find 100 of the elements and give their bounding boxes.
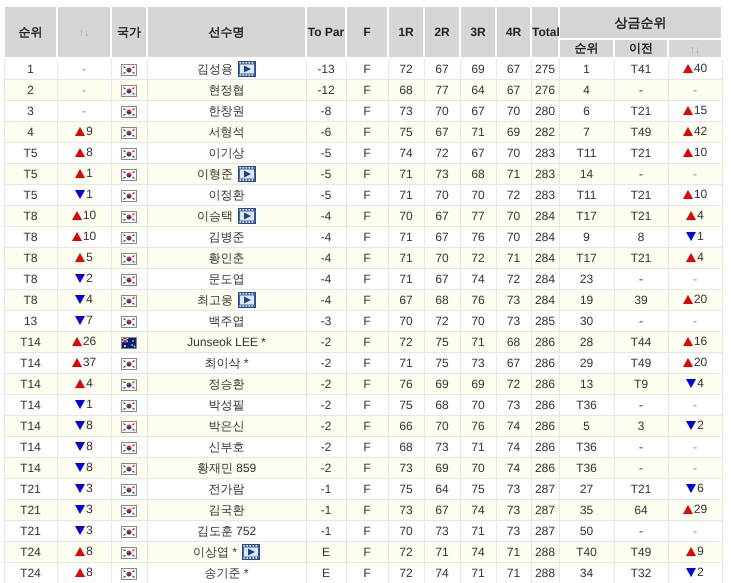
column-header: 선수명 [208,24,244,38]
table-cell: 67 [424,500,460,520]
video-icon[interactable] [238,292,256,308]
table-cell: 28 [559,332,614,352]
table-cell: 4 [559,80,614,100]
table-cell: T14 [4,416,57,436]
table-cell: -4 [306,248,346,268]
table-cell: T8 [4,290,57,310]
rank-change: 4 [86,376,93,390]
player-name[interactable]: 김국환 [208,502,244,518]
table-cell: 72 [496,374,531,394]
table-cell: -4 [306,206,346,226]
player-name[interactable]: 이승택 [197,208,233,224]
player-name[interactable]: 이정환 [208,186,244,204]
rank-change: 1 [86,397,93,412]
table-cell: 67 [496,80,531,100]
table-cell: -2 [306,332,346,352]
player-name[interactable]: 전가람 [208,480,244,498]
player-name[interactable]: 신부호 [208,438,244,456]
player-name[interactable]: 한창원 [208,102,244,120]
table-cell: T21 [614,206,668,226]
rank-change: 3 [86,481,93,496]
table-cell: 74 [460,500,496,520]
table-cell: 64 [460,80,496,100]
table-cell: 68 [424,290,460,310]
column-header: 순위 [574,41,598,55]
rank-change: 8 [86,565,93,580]
player-name[interactable]: 김성용 [197,60,233,78]
table-cell: F [346,458,388,478]
rank-change: - [693,83,697,97]
table-cell: F [346,80,388,100]
table-cell: 286 [531,458,559,478]
table-cell: 71 [388,164,424,184]
rank-change: 10 [694,187,708,202]
table-cell: 69 [424,374,460,394]
rank-change: 9 [86,124,93,138]
player-name[interactable]: 정승환 [208,376,244,392]
rank-change: 10 [694,145,708,160]
rank-change: 20 [694,292,708,306]
video-icon[interactable] [238,61,256,77]
video-icon[interactable] [242,544,260,560]
rank-change: 42 [694,124,708,138]
table-cell: 72 [388,332,424,352]
table-cell: 72 [460,248,496,268]
sort-arrows: ↑↓ [690,44,700,56]
table-cell: 19 [559,290,614,310]
video-icon[interactable] [238,166,256,182]
player-name[interactable]: 서형석 [208,124,244,140]
table-cell: 276 [531,80,559,100]
table-cell: 66 [388,416,424,436]
table-cell: 68 [460,164,496,184]
table-cell: 284 [531,206,559,226]
table-cell: 77 [424,80,460,100]
table-cell: 71 [424,542,460,562]
table-cell: 70 [460,458,496,478]
rank-change: 3 [86,502,93,516]
table-cell: 70 [424,416,460,436]
column-header: 이전 [629,41,653,55]
table-cell: F [346,500,388,520]
rank-change: 37 [82,355,96,370]
rank-change: 9 [697,544,704,558]
table-cell: F [346,332,388,352]
rank-change: 4 [697,250,704,264]
column-header: 국가 [117,24,141,38]
player-name[interactable]: 박성필 [208,396,244,414]
player-name[interactable]: 최고웅 [197,292,233,308]
rank-change: - [693,440,697,454]
player-name[interactable]: 박은신 [208,418,244,434]
rank-change: 7 [86,313,93,328]
table-cell: T49 [614,542,668,562]
table-cell: 7 [559,122,614,142]
table-cell: T9 [614,374,668,394]
player-name[interactable]: 김병준 [208,228,244,246]
video-icon[interactable] [238,208,256,224]
table-cell: F [346,416,388,436]
player-name[interactable]: 황인춘 [208,250,244,266]
table-cell: 5 [559,416,614,436]
rank-change: 10 [82,229,96,244]
table-cell: -5 [306,164,346,184]
table-cell: T21 [4,500,57,520]
player-name[interactable]: 문도엽 [208,270,244,288]
player-name[interactable]: 이형준 [197,166,233,182]
table-cell: 39 [614,290,668,310]
table-cell: -4 [306,290,346,310]
rank-change: 15 [694,103,708,118]
table-cell: 2 [4,80,57,100]
player-name[interactable]: 백주엽 [208,312,244,330]
column-header: 순위 [18,24,42,38]
table-cell: -2 [306,458,346,478]
table-cell: 35 [559,500,614,520]
player-name[interactable]: 현정협 [208,82,244,98]
player-name[interactable]: 이기상 [208,144,244,162]
table-cell: -2 [306,416,346,436]
table-cell: 286 [531,416,559,436]
column-header: 2R [434,25,450,39]
rank-change: 40 [694,61,708,76]
column-header: 4R [506,25,522,39]
table-cell: T17 [559,248,614,268]
rank-change: 1 [697,229,704,244]
column-group-header: 상금순위 [614,14,666,30]
